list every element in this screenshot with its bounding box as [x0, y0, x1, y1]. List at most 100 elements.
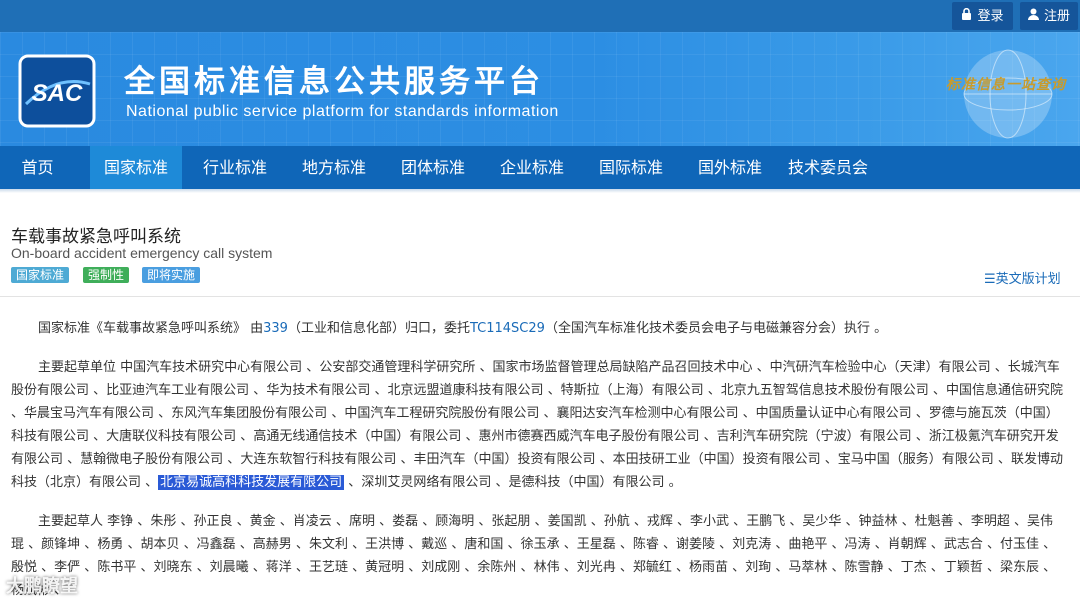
drafter-name: 娄磊: [392, 514, 419, 529]
drafting-unit: 是德科技（中国）有限公司: [508, 475, 665, 490]
drafter-name: 钟益林: [858, 514, 898, 529]
drafter-name: 张起朋: [491, 514, 531, 529]
drafter-name: 李小武: [690, 514, 730, 529]
nav-item-home[interactable]: 首页: [0, 146, 75, 189]
drafter-name: 刘光冉: [576, 560, 616, 575]
highlighted-unit: 北京易诚高科科技发展有限公司: [158, 475, 345, 490]
drafting-unit: 宝马中国（服务）有限公司: [837, 452, 994, 467]
drafter-name: 杜魁善: [914, 514, 954, 529]
drafter-name: 丁颖哲: [943, 560, 983, 575]
nav-item-foreign-standards[interactable]: 国外标准: [684, 146, 776, 189]
drafter-name: 朱彤: [150, 514, 177, 529]
drafting-unit: 吉利汽车研究院（宁波）有限公司: [716, 429, 912, 444]
drafting-units-after: 、深圳艾灵网络有限公司 、是德科技（中国）有限公司 。: [344, 475, 682, 490]
drafting-unit: 特斯拉（上海）有限公司: [560, 383, 704, 398]
drafting-unit: 大连东软智行科技有限公司: [240, 452, 397, 467]
main-nav: 首页 国家标准 行业标准 地方标准 团体标准 企业标准 国际标准 国外标准 技术…: [0, 146, 1080, 189]
top-bar: 登录 注册: [0, 0, 1080, 32]
drafter-name: 曲艳平: [788, 537, 828, 552]
drafter-name: 余陈州: [477, 560, 517, 575]
standard-title: 车载事故紧急呼叫系统: [11, 227, 181, 247]
drafting-unit: 深圳艾灵网络有限公司: [361, 475, 492, 490]
drafter-name: 谢姜陵: [676, 537, 716, 552]
register-button[interactable]: 注册: [1020, 2, 1078, 30]
tc-code-link[interactable]: TC114SC29: [470, 321, 545, 336]
badge-national-standard: 国家标准: [11, 267, 70, 283]
drafter-name: 顾海明: [435, 514, 475, 529]
drafting-unit: 国家市场监督管理总局缺陷产品召回技术中心: [492, 360, 753, 375]
drafting-units-label: 主要起草单位: [38, 360, 117, 375]
drafter-name: 姜国凯: [547, 514, 587, 529]
drafter-name: 戴巡: [421, 537, 448, 552]
drafter-name: 杨勇: [97, 537, 124, 552]
drafting-units-list: 中国汽车技术研究中心有限公司 、公安部交通管理科学研究所 、国家市场监督管理总局…: [11, 360, 1063, 490]
drafter-name: 王洪博: [365, 537, 405, 552]
drafters-list: 李铮 、朱彤 、孙正良 、黄金 、肖凌云 、席明 、娄磊 、顾海明 、张起朋 、…: [11, 514, 1057, 598]
nav-item-group-standards[interactable]: 团体标准: [387, 146, 479, 189]
dept-code-link[interactable]: 339: [263, 321, 288, 336]
intro-dept-text: （工业和信息化部）归口，委托: [287, 321, 470, 336]
drafter-name: 胡本贝: [140, 537, 180, 552]
drafter-name: 郑毓红: [632, 560, 672, 575]
drafter-name: 陈睿: [632, 537, 659, 552]
nav-item-industry-standards[interactable]: 行业标准: [189, 146, 281, 189]
badge-upcoming: 即将实施: [142, 267, 201, 283]
drafting-unit: 比亚迪汽车工业有限公司: [106, 383, 250, 398]
drafting-unit: 公安部交通管理科学研究所: [319, 360, 476, 375]
standard-english-title: On-board accident emergency call system: [11, 245, 273, 261]
drafter-name: 席明: [348, 514, 375, 529]
user-icon: [1027, 2, 1039, 30]
drafting-unit: 中汽研汽车检验中心（天津）有限公司: [769, 360, 991, 375]
drafting-unit: 中国汽车工程研究院股份有限公司: [344, 406, 540, 421]
login-button[interactable]: 登录: [952, 2, 1013, 30]
drafting-unit: 惠州市德赛西威汽车电子股份有限公司: [478, 429, 700, 444]
drafter-name: 黄冠明: [365, 560, 405, 575]
drafter-name: 李铮: [107, 514, 134, 529]
drafting-unit: 东风汽车集团股份有限公司: [171, 406, 328, 421]
list-icon: ☰: [984, 272, 996, 287]
drafting-unit: 襄阳达安汽车检测中心有限公司: [556, 406, 739, 421]
english-plan-link[interactable]: ☰英文版计划: [984, 268, 1061, 287]
site-banner: SAC 全国标准信息公共服务平台 National public service…: [0, 32, 1080, 146]
drafting-unit: 慧翰微电子股份有限公司: [80, 452, 224, 467]
drafter-name: 丁杰: [900, 560, 927, 575]
nav-item-technical-committee[interactable]: 技术委员会: [780, 146, 876, 189]
drafter-name: 戎辉: [646, 514, 673, 529]
sac-logo[interactable]: SAC: [18, 54, 96, 128]
drafter-name: 李明超: [970, 514, 1010, 529]
drafting-unit: 华晨宝马汽车有限公司: [24, 406, 155, 421]
drafter-name: 陈雪静: [844, 560, 884, 575]
register-label: 注册: [1043, 9, 1070, 24]
drafter-name: 肖凌云: [292, 514, 332, 529]
nav-item-local-standards[interactable]: 地方标准: [288, 146, 380, 189]
nav-item-international-standards[interactable]: 国际标准: [585, 146, 677, 189]
drafter-name: 刘克涛: [732, 537, 772, 552]
drafter-name: 付玉佳: [999, 537, 1039, 552]
drafter-name: 梁东辰: [999, 560, 1039, 575]
drafter-name: 颜锋坤: [41, 537, 81, 552]
intro-tc-text: （全国汽车标准化技术委员会电子与电磁兼容分会）执行 。: [544, 321, 888, 336]
drafter-name: 唐和国: [464, 537, 504, 552]
svg-text:SAC: SAC: [32, 80, 83, 107]
nav-item-enterprise-standards[interactable]: 企业标准: [486, 146, 578, 189]
drafter-name: 高赫男: [252, 537, 292, 552]
drafting-unit: 中国质量认证中心有限公司: [755, 406, 912, 421]
drafting-units-paragraph: 主要起草单位 中国汽车技术研究中心有限公司 、公安部交通管理科学研究所 、国家市…: [11, 356, 1065, 494]
drafter-name: 孙航: [603, 514, 630, 529]
drafting-unit: 中国汽车技术研究中心有限公司: [120, 360, 303, 375]
section-divider: [0, 296, 1080, 297]
drafting-unit: 丰田汽车（中国）投资有限公司: [413, 452, 596, 467]
drafter-name: 杨雨苗: [689, 560, 729, 575]
drafter-name: 王星磊: [576, 537, 616, 552]
site-title: 全国标准信息公共服务平台: [124, 64, 544, 100]
nav-item-national-standards[interactable]: 国家标准: [90, 146, 182, 189]
lock-icon: [961, 2, 972, 30]
intro-paragraph: 国家标准《车载事故紧急呼叫系统》 由339（工业和信息化部）归口，委托TC114…: [11, 317, 1065, 340]
drafters-paragraph: 主要起草人 李铮 、朱彤 、孙正良 、黄金 、肖凌云 、席明 、娄磊 、顾海明 …: [11, 510, 1065, 602]
badge-mandatory: 强制性: [83, 267, 130, 283]
drafter-name: 王艺琏: [308, 560, 348, 575]
drafting-unit: 大唐联仪科技有限公司: [106, 429, 237, 444]
drafter-name: 吴少华: [802, 514, 842, 529]
drafting-unit: 高通无线通信技术（中国）有限公司: [253, 429, 462, 444]
drafting-unit: 北京九五智驾信息技术股份有限公司: [720, 383, 929, 398]
